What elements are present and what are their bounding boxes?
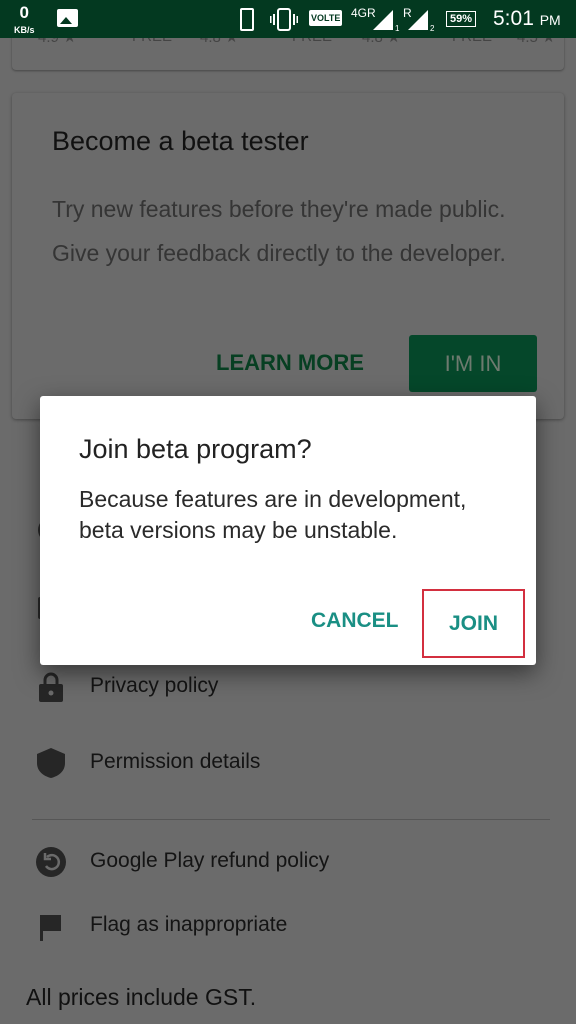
speed-value: 0 bbox=[19, 3, 29, 22]
speed-unit: KB/s bbox=[14, 25, 35, 35]
image-notification-icon bbox=[57, 9, 78, 27]
network-type: 4GR bbox=[351, 6, 376, 20]
signal-icon-sim2 bbox=[408, 10, 428, 30]
list-item-privacy-policy[interactable]: Privacy policy bbox=[0, 662, 576, 712]
flag-icon bbox=[40, 915, 61, 941]
status-bar: 0 KB/s VOLTE 4GR 1 R 2 59% 5:01 PM bbox=[0, 0, 576, 38]
list-item-flag[interactable]: Flag as inappropriate bbox=[0, 901, 576, 951]
lock-icon bbox=[39, 672, 63, 702]
refund-icon bbox=[36, 847, 66, 877]
phone-icon bbox=[240, 8, 254, 31]
volte-badge: VOLTE bbox=[309, 10, 343, 26]
sim2-label: 2 bbox=[430, 24, 435, 33]
cancel-button[interactable]: CANCEL bbox=[311, 609, 399, 633]
list-item-refund-policy[interactable]: Google Play refund policy bbox=[0, 837, 576, 887]
card-description: Try new features before they're made pub… bbox=[52, 196, 506, 266]
join-beta-dialog: Join beta program? Because features are … bbox=[40, 396, 536, 665]
clock: 5:01 PM bbox=[493, 7, 561, 30]
list-item-label: Flag as inappropriate bbox=[90, 913, 288, 936]
learn-more-button[interactable]: LEARN MORE bbox=[216, 350, 364, 376]
gst-note: All prices include GST. bbox=[26, 984, 257, 1010]
card-title: Become a beta tester bbox=[52, 126, 309, 156]
list-item-label: Permission details bbox=[90, 750, 261, 773]
im-in-button[interactable]: I'M IN bbox=[409, 335, 537, 392]
list-item-label: Privacy policy bbox=[90, 674, 219, 697]
battery-icon: 59% bbox=[446, 11, 477, 27]
shield-icon bbox=[37, 748, 65, 778]
list-item-label: Google Play refund policy bbox=[90, 849, 330, 872]
sim1-label: 1 bbox=[395, 24, 400, 33]
dialog-title: Join beta program? bbox=[79, 434, 312, 464]
signal-icon-sim1 bbox=[373, 10, 393, 30]
dialog-message: Because features are in development, bet… bbox=[79, 486, 467, 543]
join-button[interactable]: JOIN bbox=[422, 589, 525, 658]
divider bbox=[32, 819, 550, 820]
network-speed: 0 KB/s bbox=[14, 4, 35, 37]
beta-tester-card: Become a beta tester Try new features be… bbox=[12, 93, 564, 419]
vibrate-icon bbox=[270, 8, 298, 31]
list-item-permission-details[interactable]: Permission details bbox=[0, 738, 576, 788]
